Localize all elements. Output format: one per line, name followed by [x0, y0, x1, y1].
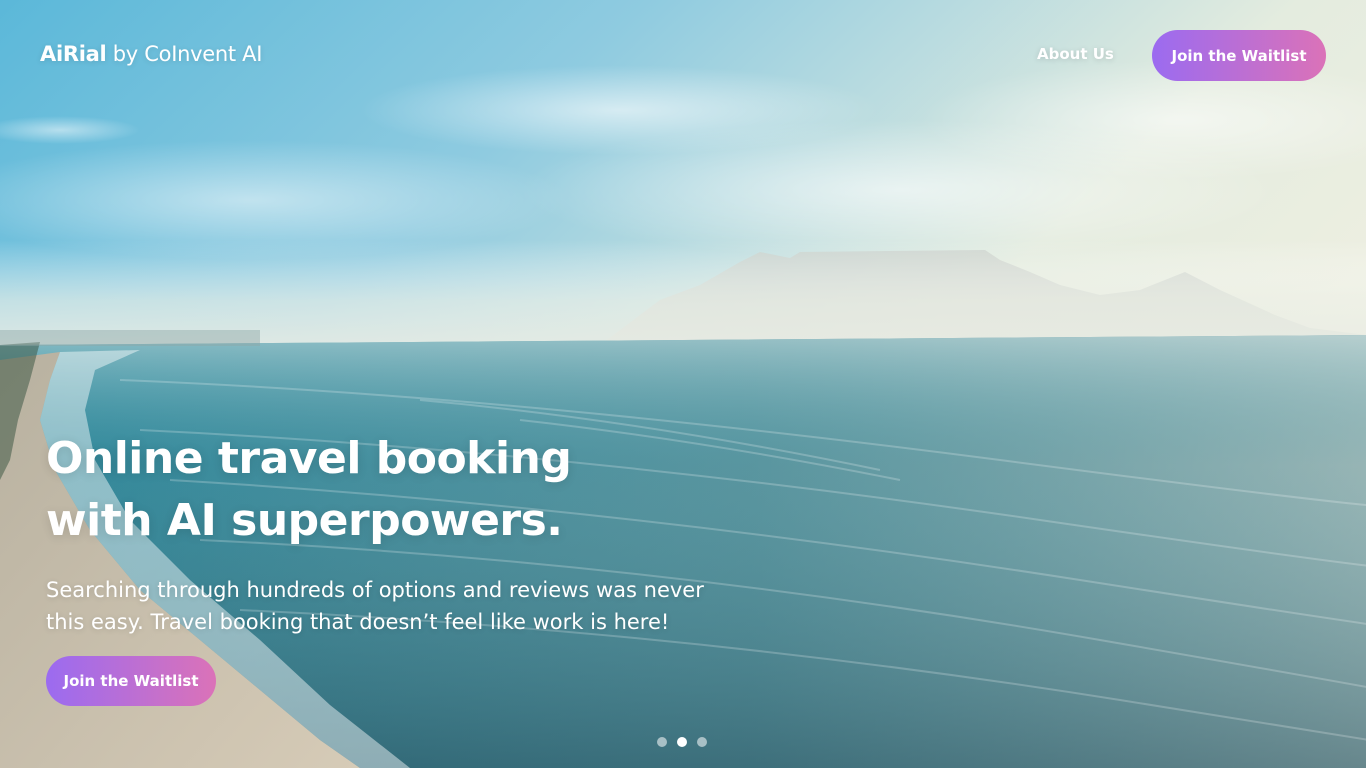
hero-headline: Online travel booking with AI superpower…	[46, 428, 572, 552]
carousel-dots	[657, 737, 707, 747]
brand-tagline: by CoInvent AI	[106, 42, 263, 66]
hero-section: AiRial by CoInvent AI About Us Join the …	[0, 0, 1366, 768]
join-waitlist-hero-button[interactable]: Join the Waitlist	[46, 656, 216, 706]
carousel-dot[interactable]	[657, 737, 667, 747]
hero-headline-line: Online travel booking	[46, 433, 572, 484]
hero-subtext-line: this easy. Travel booking that doesn’t f…	[46, 610, 670, 634]
hero-headline-line: with AI superpowers.	[46, 495, 563, 546]
join-waitlist-hero-label: Join the Waitlist	[63, 672, 199, 690]
navbar: AiRial by CoInvent AI About Us Join the …	[0, 0, 1366, 110]
carousel-dot[interactable]	[697, 737, 707, 747]
join-waitlist-nav-button[interactable]: Join the Waitlist	[1152, 30, 1326, 81]
hero-background-image	[0, 0, 1366, 768]
hero-subtext-line: Searching through hundreds of options an…	[46, 578, 704, 602]
brand-name: AiRial	[40, 42, 107, 66]
about-us-link[interactable]: About Us	[1037, 45, 1114, 63]
hero-subtext: Searching through hundreds of options an…	[46, 574, 704, 638]
join-waitlist-nav-label: Join the Waitlist	[1171, 46, 1307, 65]
brand-logo[interactable]: AiRial by CoInvent AI	[40, 42, 262, 66]
carousel-dot[interactable]	[677, 737, 687, 747]
